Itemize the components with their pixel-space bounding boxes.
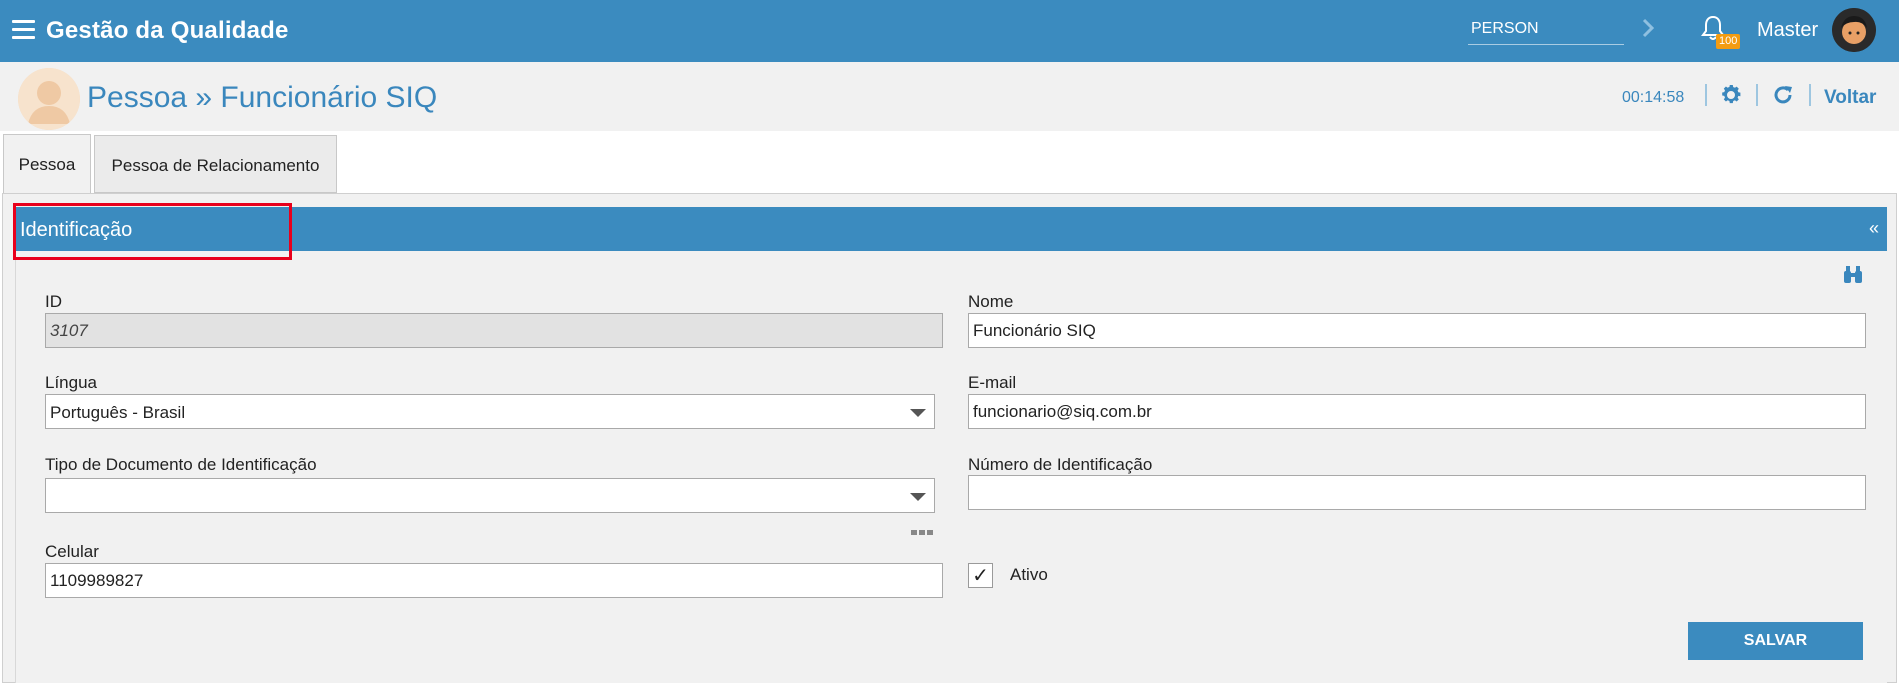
save-button[interactable]: SALVAR xyxy=(1688,622,1863,660)
email-label: E-mail xyxy=(968,373,1017,392)
lingua-select[interactable]: Português - Brasil xyxy=(45,394,935,429)
nome-field[interactable] xyxy=(968,313,1866,348)
section-header[interactable]: Identificação « xyxy=(15,207,1887,251)
tab-pessoa-relacionamento[interactable]: Pessoa de Relacionamento xyxy=(94,135,337,193)
divider xyxy=(1705,84,1707,106)
chevron-right-icon[interactable] xyxy=(1638,15,1658,41)
nome-label: Nome xyxy=(968,292,1014,311)
notifications-button[interactable]: 100 xyxy=(1700,14,1741,49)
collapse-icon[interactable]: « xyxy=(1869,218,1879,239)
notification-badge: 100 xyxy=(1716,34,1741,49)
page-header: Pessoa » Funcionário SIQ 00:14:58 Voltar xyxy=(0,62,1899,131)
app-title: Gestão da Qualidade xyxy=(46,17,289,44)
page-title: Pessoa » Funcionário SIQ xyxy=(87,81,438,114)
celular-label: Celular xyxy=(45,542,99,561)
top-bar: Gestão da Qualidade 100 Master xyxy=(0,0,1899,62)
tipo-documento-label: Tipo de Documento de Identificação xyxy=(45,455,317,474)
id-label: ID xyxy=(45,292,62,311)
ativo-checkbox[interactable]: ✓ xyxy=(968,563,993,588)
numero-identificacao-field[interactable] xyxy=(968,475,1866,510)
session-timer: 00:14:58 xyxy=(1622,89,1685,106)
dropdown-arrow-icon xyxy=(910,493,926,501)
user-avatar[interactable] xyxy=(1832,8,1876,52)
lingua-value: Português - Brasil xyxy=(50,403,186,422)
lingua-label: Língua xyxy=(45,373,97,392)
id-field xyxy=(45,313,943,348)
binoculars-icon[interactable] xyxy=(1842,265,1864,285)
divider xyxy=(1756,84,1758,106)
celular-field[interactable] xyxy=(45,563,943,598)
gear-icon[interactable] xyxy=(1719,83,1743,107)
section-title: Identificação xyxy=(20,219,133,241)
tab-pessoa[interactable]: Pessoa xyxy=(3,134,91,194)
numero-identificacao-label: Número de Identificação xyxy=(968,455,1153,474)
menu-icon[interactable] xyxy=(12,20,35,39)
username[interactable]: Master xyxy=(1757,19,1818,42)
back-link[interactable]: Voltar xyxy=(1824,87,1876,109)
more-options-icon[interactable] xyxy=(911,522,935,535)
email-field[interactable] xyxy=(968,394,1866,429)
dropdown-arrow-icon xyxy=(910,409,926,417)
refresh-icon[interactable] xyxy=(1772,84,1794,106)
person-avatar xyxy=(18,68,80,130)
search-input[interactable] xyxy=(1468,13,1624,45)
divider xyxy=(1809,84,1811,106)
tipo-documento-select[interactable] xyxy=(45,478,935,513)
ativo-label: Ativo xyxy=(1010,565,1048,584)
